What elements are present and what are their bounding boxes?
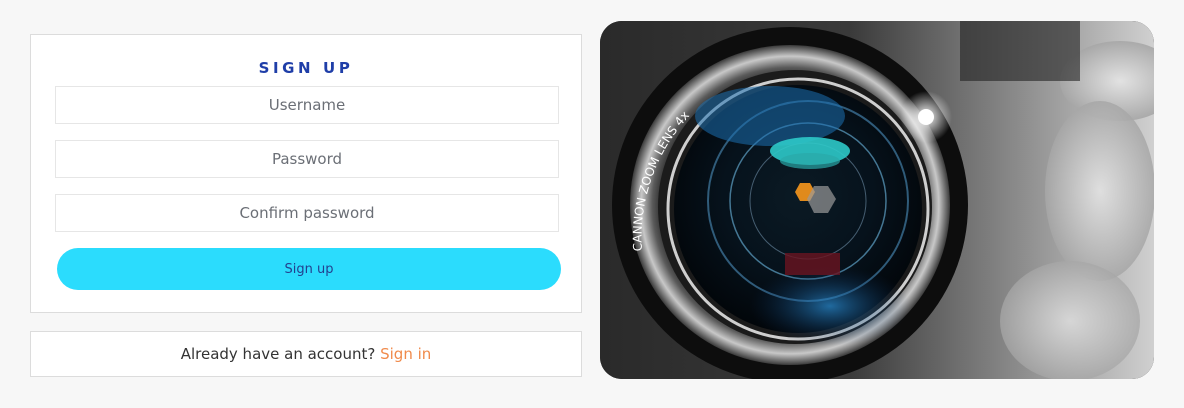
- confirm-password-input[interactable]: [55, 194, 559, 232]
- page: SIGN UP Sign up Already have an account?…: [0, 0, 1184, 408]
- password-input[interactable]: [55, 140, 559, 178]
- hero-image: CANNON ZOOM LENS 4x: [600, 21, 1154, 379]
- signin-prompt: Already have an account? Sign in: [30, 331, 582, 377]
- camera-lens-illustration: CANNON ZOOM LENS 4x: [600, 21, 1154, 379]
- signup-title: SIGN UP: [258, 59, 354, 77]
- signin-prompt-text: Already have an account?: [180, 345, 376, 363]
- signin-link[interactable]: Sign in: [380, 345, 431, 363]
- username-input[interactable]: [55, 86, 559, 124]
- signup-button[interactable]: Sign up: [57, 248, 561, 290]
- signup-form: SIGN UP Sign up: [30, 34, 582, 313]
